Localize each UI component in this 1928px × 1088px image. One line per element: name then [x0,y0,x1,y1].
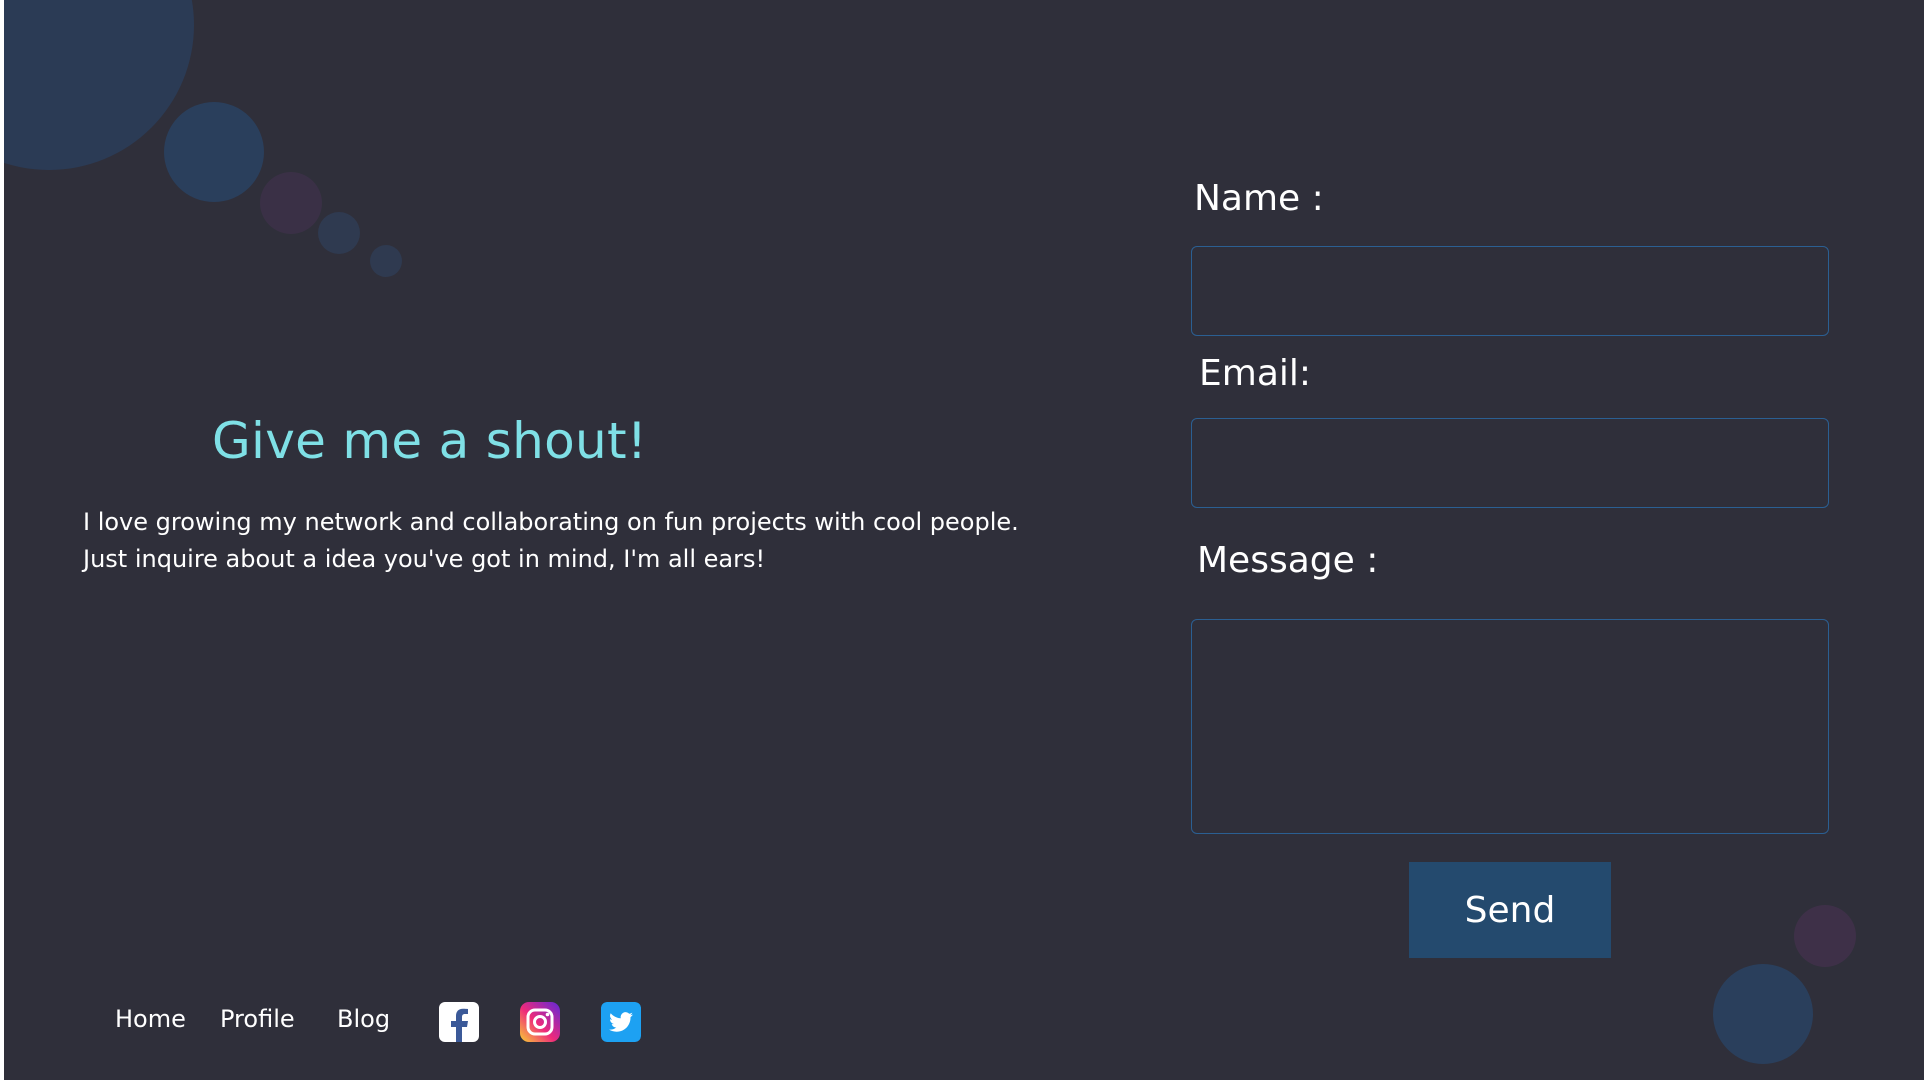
decorative-bubble [1794,905,1856,967]
name-field[interactable] [1191,246,1829,336]
message-field[interactable] [1191,619,1829,834]
decorative-bubble [370,245,402,277]
contact-intro-text: I love growing my network and collaborat… [83,504,1083,578]
nav-link-home[interactable]: Home [115,1005,186,1033]
decorative-bubble [164,102,264,202]
decorative-bubble [318,212,360,254]
nav-link-blog[interactable]: Blog [337,1005,390,1033]
intro-line: Just inquire about a idea you've got in … [83,545,766,573]
email-label: Email: [1199,353,1312,394]
decorative-bubble [260,172,322,234]
email-field[interactable] [1191,418,1829,508]
send-button[interactable]: Send [1409,862,1611,958]
twitter-icon[interactable] [601,1002,641,1042]
instagram-icon[interactable] [520,1002,560,1042]
nav-link-profile[interactable]: Profile [220,1005,295,1033]
intro-line: I love growing my network and collaborat… [83,508,1019,536]
decorative-bubble [1713,964,1813,1064]
contact-page: Give me a shout! I love growing my netwo… [4,0,1924,1080]
contact-heading: Give me a shout! [212,412,648,470]
facebook-icon[interactable] [439,1002,479,1042]
name-label: Name : [1194,178,1324,219]
message-label: Message : [1197,540,1379,581]
